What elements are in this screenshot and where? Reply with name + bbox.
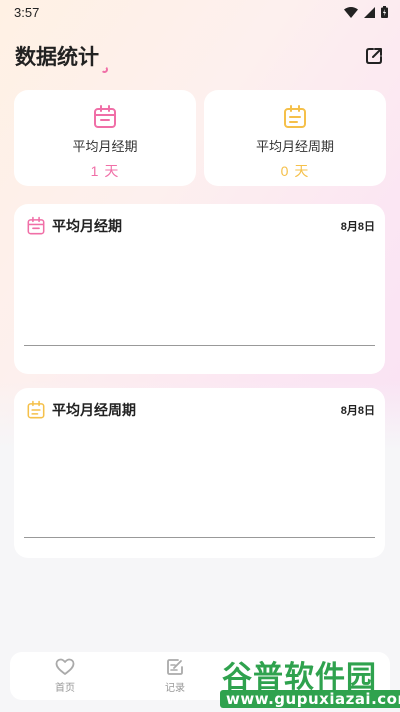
signal-icon bbox=[364, 6, 375, 18]
period-chart-card: 平均月经期 8月8日 bbox=[14, 204, 385, 374]
cycle-chart-axis bbox=[24, 537, 375, 538]
nav-records-label: 记录 bbox=[165, 683, 185, 694]
period-chart-axis bbox=[24, 345, 375, 346]
cycle-chart-card: 平均月经周期 8月8日 bbox=[14, 388, 385, 558]
period-chart-title-wrap: 平均月经期 bbox=[26, 216, 122, 236]
cycle-chart-header: 平均月经周期 8月8日 bbox=[26, 400, 375, 420]
calendar-list-icon bbox=[27, 400, 45, 419]
nav-home-label: 首页 bbox=[55, 683, 75, 694]
cycle-chart-date: 8月8日 bbox=[340, 405, 375, 417]
avg-cycle-card: 平均月经周期 0 天 bbox=[204, 90, 386, 186]
cycle-chart-title-wrap: 平均月经周期 bbox=[26, 400, 136, 420]
status-bar: 3:57 bbox=[0, 0, 400, 24]
nav-item-home[interactable]: 首页 bbox=[10, 658, 120, 694]
period-chart-header: 平均月经期 8月8日 bbox=[26, 216, 375, 236]
watermark: 谷普软件园 www.gupuxiazai.com bbox=[216, 648, 400, 712]
nav-item-records[interactable]: 记录 bbox=[120, 658, 230, 694]
title-accent-mark bbox=[101, 66, 108, 73]
avg-period-card: 平均月经期 1 天 bbox=[14, 90, 196, 186]
status-time: 3:57 bbox=[14, 4, 40, 20]
edit-note-icon bbox=[167, 659, 183, 675]
calendar-icon bbox=[94, 105, 116, 128]
watermark-url: www.gupuxiazai.com bbox=[220, 690, 400, 708]
calendar-list-icon bbox=[284, 105, 306, 128]
avg-cycle-value: 0 天 bbox=[280, 163, 310, 179]
avg-cycle-label: 平均月经周期 bbox=[255, 139, 334, 154]
heart-icon bbox=[55, 658, 75, 675]
share-icon bbox=[366, 48, 382, 64]
wifi-icon bbox=[344, 6, 358, 18]
avg-period-value: 1 天 bbox=[90, 163, 120, 179]
page-title-text: 数据统计 bbox=[15, 46, 99, 69]
period-chart-date: 8月8日 bbox=[340, 221, 375, 233]
header: 数据统计 bbox=[0, 36, 400, 76]
status-icons bbox=[344, 6, 388, 18]
battery-icon bbox=[381, 6, 388, 18]
period-chart-title: 平均月经期 bbox=[52, 218, 122, 234]
avg-period-label: 平均月经期 bbox=[72, 139, 138, 154]
calendar-icon bbox=[27, 216, 45, 235]
page-title: 数据统计 bbox=[15, 41, 108, 73]
cycle-chart-title: 平均月经周期 bbox=[52, 402, 136, 418]
share-button[interactable] bbox=[363, 45, 385, 67]
